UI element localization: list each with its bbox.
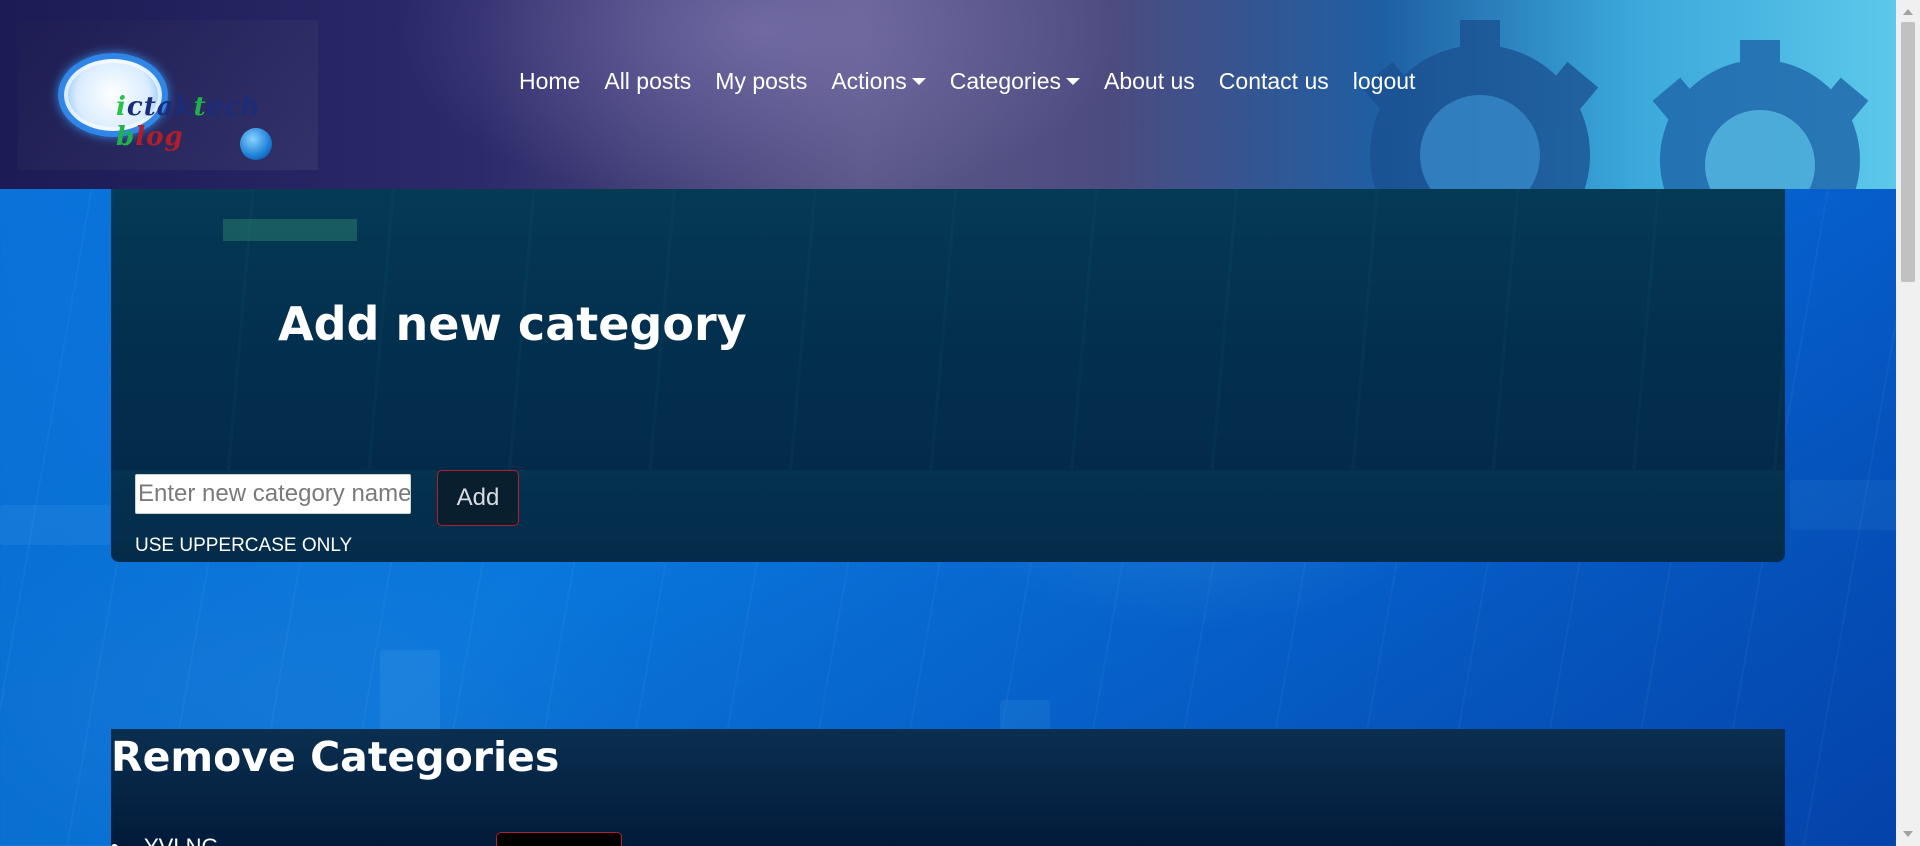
- nav-categories-dropdown[interactable]: Categories: [938, 68, 1092, 95]
- uppercase-hint: USE UPPERCASE ONLY: [135, 535, 353, 556]
- category-list: YVLNG: [111, 834, 219, 846]
- add-category-button[interactable]: Add: [437, 470, 519, 526]
- caret-down-icon: [1066, 78, 1080, 85]
- scroll-thumb[interactable]: [1901, 22, 1915, 282]
- add-category-form: Add USE UPPERCASE ONLY: [111, 470, 1785, 562]
- panel-glow-decoration: [223, 219, 357, 241]
- scroll-up-arrow-icon[interactable]: [1903, 9, 1913, 15]
- logo-drop-icon: [240, 128, 272, 160]
- add-category-panel: Add new category: [111, 189, 1785, 470]
- nav-logout[interactable]: logout: [1341, 68, 1428, 95]
- remove-categories-panel: Remove Categories YVLNG: [111, 729, 1785, 846]
- nav-about-us[interactable]: About us: [1092, 68, 1207, 95]
- category-name: YVLNG: [144, 834, 219, 846]
- remove-category-button[interactable]: [496, 832, 622, 846]
- category-name-input[interactable]: [135, 474, 411, 514]
- nav-home[interactable]: Home: [507, 68, 592, 95]
- scroll-down-arrow-icon[interactable]: [1903, 831, 1913, 837]
- caret-down-icon: [911, 78, 926, 85]
- logo-wordmark: ictaktech blog: [116, 92, 261, 152]
- nav-my-posts[interactable]: My posts: [703, 68, 819, 95]
- page-scrollbar[interactable]: [1896, 0, 1920, 846]
- remove-categories-title: Remove Categories: [111, 733, 560, 781]
- nav-actions-dropdown[interactable]: Actions: [819, 68, 937, 95]
- site-header: ictaktech blog Home All posts My posts A…: [0, 0, 1920, 189]
- page-title: Add new category: [278, 297, 747, 351]
- main-nav: Home All posts My posts Actions Categori…: [507, 68, 1427, 95]
- nav-all-posts[interactable]: All posts: [592, 68, 703, 95]
- nav-contact-us[interactable]: Contact us: [1207, 68, 1341, 95]
- category-list-item: YVLNG: [111, 834, 219, 846]
- site-logo[interactable]: ictaktech blog: [18, 20, 318, 170]
